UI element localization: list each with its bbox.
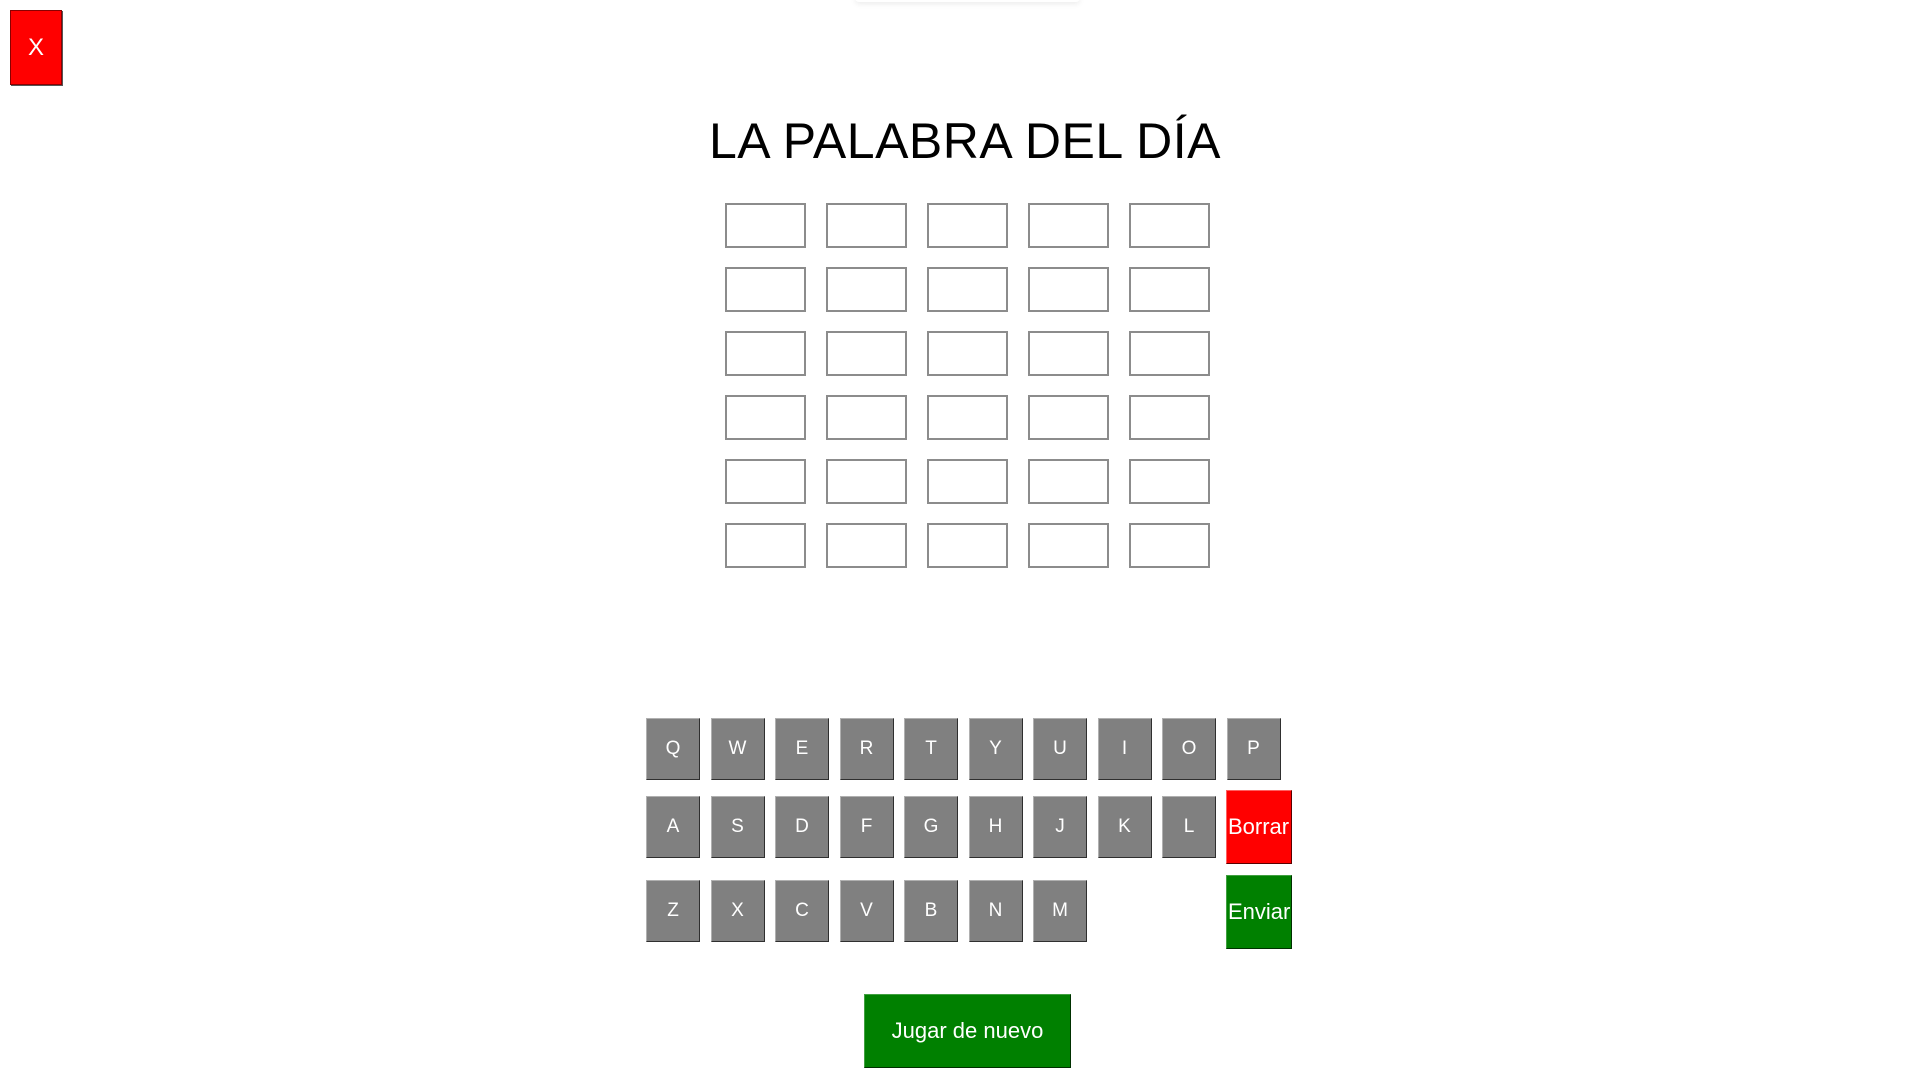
letter-cell <box>725 395 806 440</box>
key-n[interactable]: N <box>968 880 1023 942</box>
key-j[interactable]: J <box>1033 796 1087 858</box>
key-h[interactable]: H <box>968 796 1023 858</box>
letter-cell <box>826 395 907 440</box>
letter-cell <box>1028 203 1109 248</box>
letter-cell <box>1129 267 1210 312</box>
play-again-button[interactable]: Jugar de nuevo <box>864 994 1071 1068</box>
letter-cell <box>1028 267 1109 312</box>
key-z[interactable]: Z <box>646 880 700 942</box>
key-b[interactable]: B <box>904 880 958 942</box>
letter-cell <box>826 203 907 248</box>
key-e[interactable]: E <box>775 718 829 780</box>
key-t[interactable]: T <box>904 718 958 780</box>
letter-cell <box>1028 331 1109 376</box>
key-r[interactable]: R <box>839 718 894 780</box>
key-w[interactable]: W <box>710 718 765 780</box>
letter-cell <box>826 523 907 568</box>
key-k[interactable]: K <box>1097 796 1152 858</box>
key-x[interactable]: X <box>710 880 765 942</box>
letter-cell <box>1028 459 1109 504</box>
letter-cell <box>826 331 907 376</box>
key-d[interactable]: D <box>775 796 829 858</box>
send-button[interactable]: Enviar <box>1226 875 1292 949</box>
key-y[interactable]: Y <box>968 718 1023 780</box>
key-p[interactable]: P <box>1226 718 1281 780</box>
page-title: LA PALABRA DEL DÍA <box>708 113 1222 169</box>
key-u[interactable]: U <box>1033 718 1087 780</box>
letter-cell <box>1129 523 1210 568</box>
key-g[interactable]: G <box>904 796 958 858</box>
letter-cell <box>725 267 806 312</box>
key-s[interactable]: S <box>710 796 765 858</box>
letter-cell <box>1129 203 1210 248</box>
letter-cell <box>1129 459 1210 504</box>
top-tab-shadow <box>855 0 1080 2</box>
letter-cell <box>725 459 806 504</box>
key-o[interactable]: O <box>1162 718 1216 780</box>
delete-button[interactable]: Borrar <box>1226 790 1292 864</box>
letter-cell <box>927 523 1008 568</box>
letter-cell <box>1129 331 1210 376</box>
letter-cell <box>725 523 806 568</box>
letter-cell <box>927 395 1008 440</box>
close-button[interactable]: X <box>10 10 62 85</box>
letter-board <box>725 203 1210 568</box>
key-m[interactable]: M <box>1033 880 1087 942</box>
key-v[interactable]: V <box>839 880 894 942</box>
letter-cell <box>1028 395 1109 440</box>
key-c[interactable]: C <box>775 880 829 942</box>
key-f[interactable]: F <box>839 796 894 858</box>
game-screen: X LA PALABRA DEL DÍA QWERTYUIOP ASDFGHJKL… <box>0 0 1920 1080</box>
letter-cell <box>927 459 1008 504</box>
key-q[interactable]: Q <box>646 718 700 780</box>
letter-cell <box>927 267 1008 312</box>
letter-cell <box>1028 523 1109 568</box>
key-i[interactable]: I <box>1097 718 1152 780</box>
letter-cell <box>725 331 806 376</box>
key-l[interactable]: L <box>1162 796 1216 858</box>
letter-cell <box>1129 395 1210 440</box>
key-a[interactable]: A <box>646 796 700 858</box>
letter-cell <box>826 459 907 504</box>
letter-cell <box>725 203 806 248</box>
letter-cell <box>826 267 907 312</box>
letter-cell <box>927 203 1008 248</box>
letter-cell <box>927 331 1008 376</box>
